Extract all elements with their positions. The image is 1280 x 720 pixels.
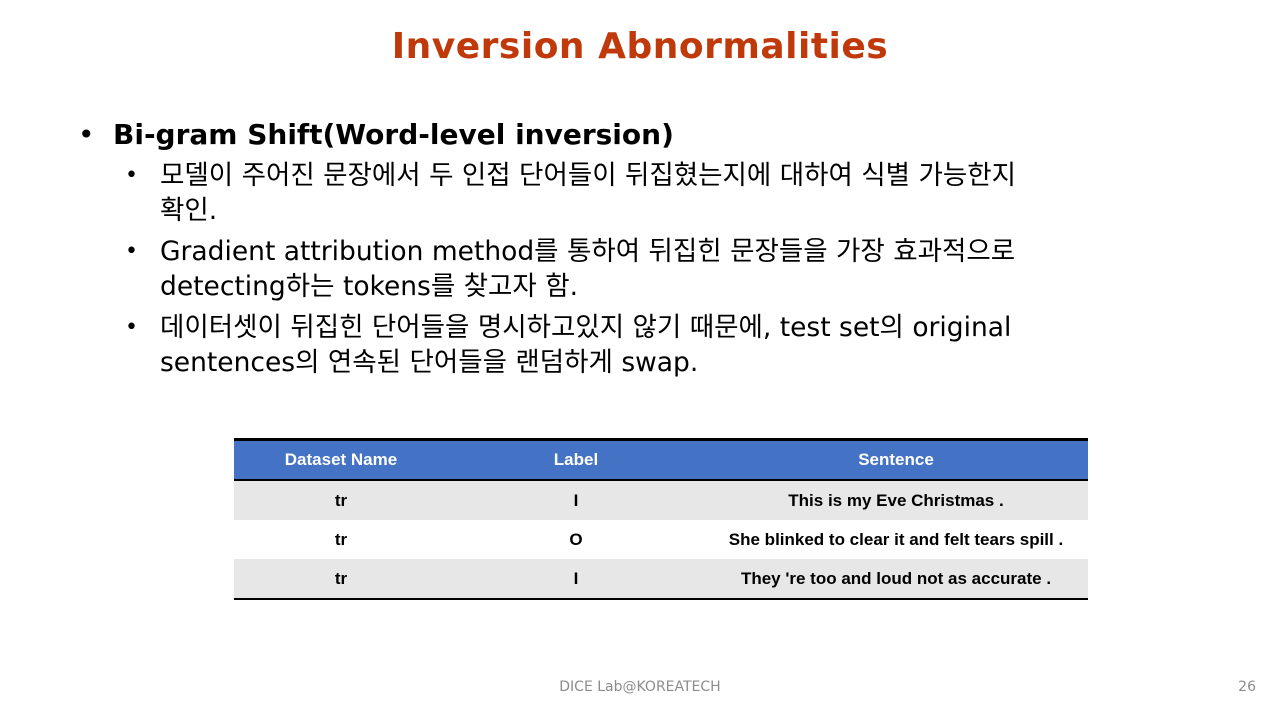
header-dataset-name: Dataset Name [234, 438, 448, 481]
bullet-list: • Bi-gram Shift(Word-level inversion) • … [78, 116, 1228, 386]
page-number: 26 [1238, 679, 1256, 695]
sub-bullet: • Gradient attribution method를 통하여 뒤집힌 문… [125, 234, 1200, 304]
slide-title: Inversion Abnormalities [391, 26, 889, 67]
sub-bullet-line: Gradient attribution method를 통하여 뒤집힌 문장들… [160, 236, 1016, 267]
dataset-table: Dataset Name Label Sentence tr I This is… [234, 438, 1088, 600]
table-header-row: Dataset Name Label Sentence [234, 438, 1088, 481]
sub-bullet-line: 데이터셋이 뒤집힌 단어들을 명시하고있지 않기 때문에, test set의 … [160, 312, 1012, 343]
bullet-dot-icon: • [125, 163, 138, 188]
cell-sentence: They 're too and loud not as accurate . [704, 559, 1088, 600]
cell-dataset-name: tr [234, 520, 448, 559]
cell-dataset-name: tr [234, 559, 448, 600]
sub-bullet-list: • 모델이 주어진 문장에서 두 인접 단어들이 뒤집혔는지에 대하여 식별 가… [125, 158, 1228, 380]
bullet-dot-icon: • [125, 239, 138, 264]
sub-bullet: • 데이터셋이 뒤집힌 단어들을 명시하고있지 않기 때문에, test set… [125, 310, 1200, 380]
sub-bullet-line: 모델이 주어진 문장에서 두 인접 단어들이 뒤집혔는지에 대하여 식별 가능한… [160, 160, 1016, 191]
main-bullet-text: Bi-gram Shift(Word-level inversion) [113, 118, 674, 151]
bullet-dot-icon: • [125, 315, 138, 340]
table-row: tr I This is my Eve Christmas . [234, 480, 1088, 520]
header-sentence: Sentence [704, 438, 1088, 481]
sub-bullet: • 모델이 주어진 문장에서 두 인접 단어들이 뒤집혔는지에 대하여 식별 가… [125, 158, 1200, 228]
sub-bullet-line: sentences의 연속된 단어들을 랜덤하게 swap. [160, 347, 699, 378]
table-row: tr O She blinked to clear it and felt te… [234, 520, 1088, 559]
main-bullet: • Bi-gram Shift(Word-level inversion) [78, 116, 1228, 154]
cell-sentence: She blinked to clear it and felt tears s… [704, 520, 1088, 559]
cell-label: I [448, 559, 704, 600]
cell-label: I [448, 480, 704, 520]
header-label: Label [448, 438, 704, 481]
table-row: tr I They 're too and loud not as accura… [234, 559, 1088, 600]
cell-sentence: This is my Eve Christmas . [704, 480, 1088, 520]
cell-label: O [448, 520, 704, 559]
bullet-dot-icon: • [78, 118, 95, 151]
sub-bullet-line: 확인. [160, 195, 218, 226]
sub-bullet-line: detecting하는 tokens를 찾고자 함. [160, 271, 579, 302]
footer-text: DICE Lab@KOREATECH [559, 679, 721, 695]
cell-dataset-name: tr [234, 480, 448, 520]
